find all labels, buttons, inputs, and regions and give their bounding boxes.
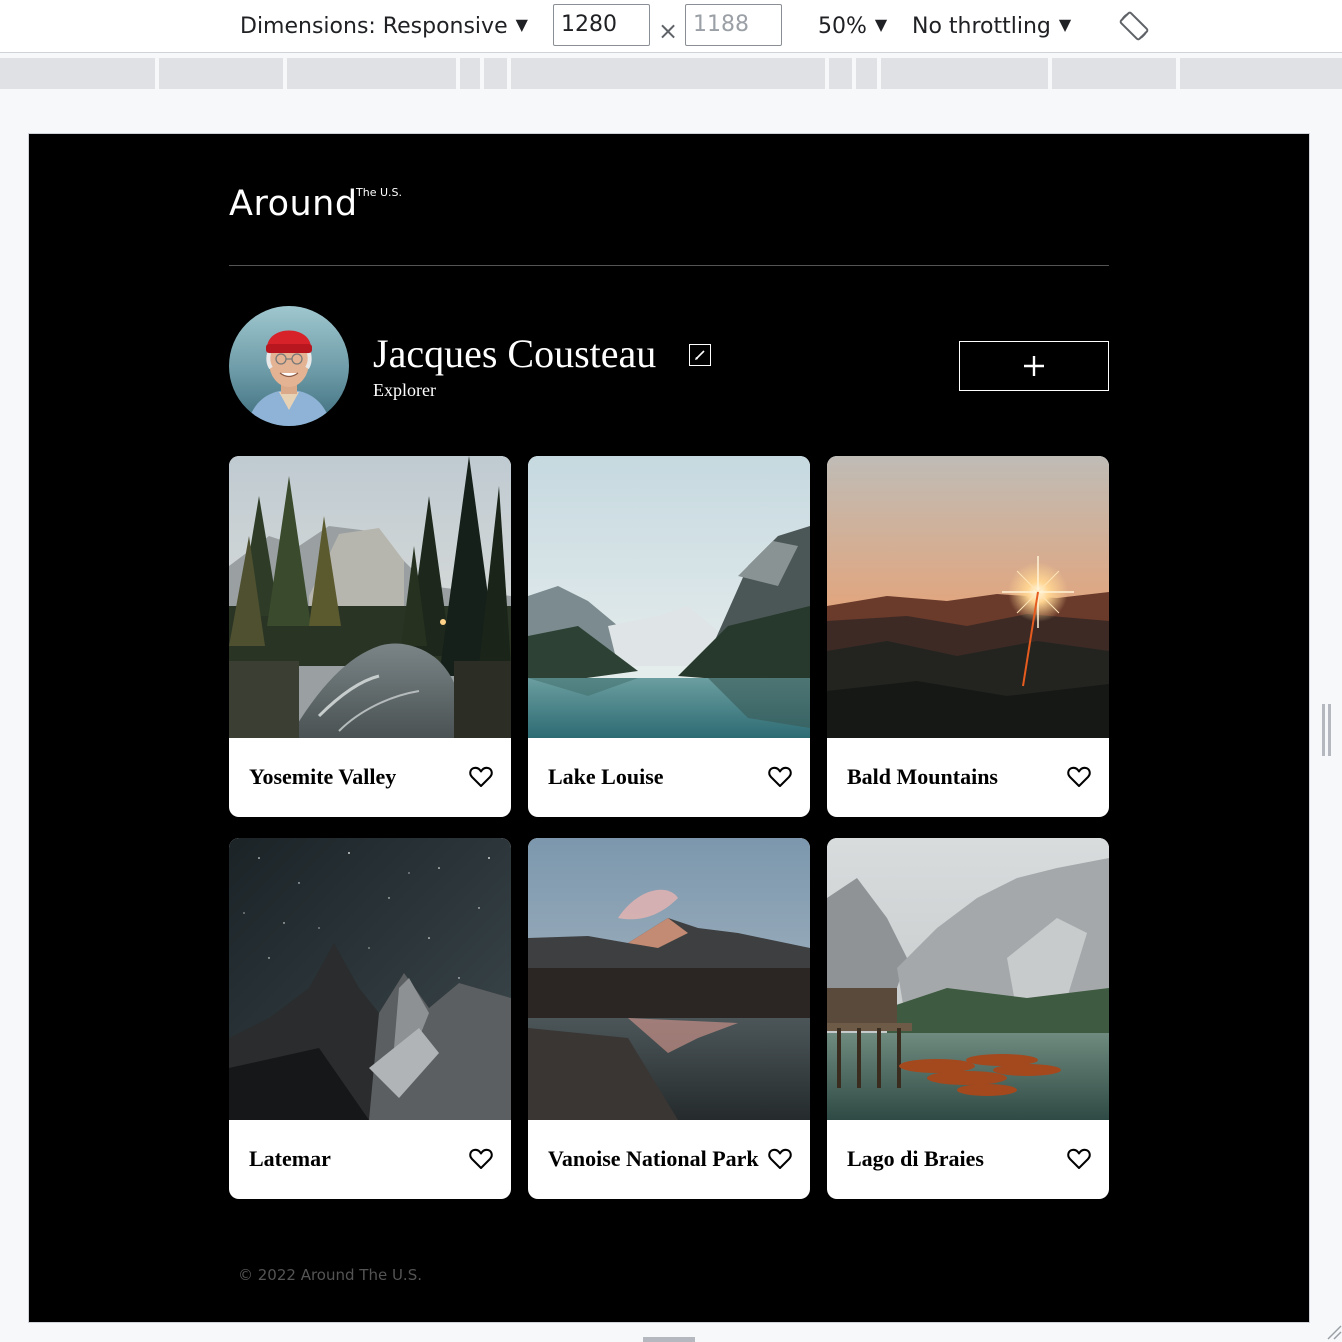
card-image[interactable] bbox=[229, 838, 511, 1120]
place-card: Lake Louise bbox=[528, 456, 810, 817]
card-image[interactable] bbox=[229, 456, 511, 738]
media-query-bar[interactable] bbox=[0, 58, 1342, 89]
dimensions-label: Dimensions: Responsive bbox=[240, 14, 508, 39]
viewport-resize-handle-right[interactable] bbox=[1322, 704, 1331, 756]
heart-outline-icon bbox=[1067, 766, 1091, 787]
like-button[interactable] bbox=[469, 766, 493, 788]
width-input[interactable]: 1280 bbox=[553, 4, 650, 46]
place-card: Bald Mountains bbox=[827, 456, 1109, 817]
plus-icon bbox=[1024, 356, 1044, 376]
heart-outline-icon bbox=[768, 1148, 792, 1169]
place-card: Yosemite Valley bbox=[229, 456, 511, 817]
heart-outline-icon bbox=[469, 766, 493, 787]
place-card: Lago di Braies bbox=[827, 838, 1109, 1199]
card-image[interactable] bbox=[528, 456, 810, 738]
card-title: Lake Louise bbox=[548, 764, 664, 789]
resize-grip-icon[interactable] bbox=[1322, 1320, 1342, 1340]
site-logo: Around The U.S. bbox=[229, 184, 429, 229]
height-input[interactable]: 1188 bbox=[685, 4, 782, 46]
card-image[interactable] bbox=[827, 838, 1109, 1120]
profile-name: Jacques Cousteau bbox=[373, 331, 657, 376]
heart-outline-icon bbox=[768, 766, 792, 787]
header-divider bbox=[229, 265, 1109, 266]
heart-outline-icon bbox=[1067, 1148, 1091, 1169]
card-title: Lago di Braies bbox=[847, 1146, 984, 1171]
zoom-label: 50% bbox=[818, 14, 867, 39]
like-button[interactable] bbox=[768, 1148, 792, 1170]
card-title: Yosemite Valley bbox=[249, 764, 397, 789]
pencil-icon bbox=[695, 350, 705, 360]
chevron-down-icon: ▼ bbox=[1058, 15, 1072, 34]
rotate-device-icon[interactable] bbox=[1118, 10, 1150, 42]
card-title: Bald Mountains bbox=[847, 764, 998, 789]
zoom-dropdown[interactable]: 50% ▼ bbox=[818, 0, 887, 52]
profile-job: Explorer bbox=[373, 380, 436, 400]
card-image[interactable] bbox=[528, 838, 810, 1120]
add-place-button[interactable] bbox=[959, 341, 1109, 391]
chevron-down-icon: ▼ bbox=[515, 15, 528, 34]
like-button[interactable] bbox=[1067, 766, 1091, 788]
like-button[interactable] bbox=[768, 766, 792, 788]
viewport-resize-handle-bottom[interactable] bbox=[643, 1337, 695, 1342]
card-title: Latemar bbox=[249, 1146, 331, 1171]
card-title: Vanoise National Park bbox=[548, 1146, 759, 1171]
avatar bbox=[229, 306, 349, 426]
dimensions-dropdown[interactable]: Dimensions: Responsive ▼ bbox=[240, 0, 528, 52]
place-card: Vanoise National Park bbox=[528, 838, 810, 1199]
footer-copyright: © 2022 Around The U.S. bbox=[238, 1266, 422, 1284]
emulated-viewport: Around The U.S. Jacques Cousteau Explore… bbox=[28, 133, 1310, 1323]
place-card: Latemar bbox=[229, 838, 511, 1199]
heart-outline-icon bbox=[469, 1148, 493, 1169]
times-separator: × bbox=[658, 17, 679, 45]
chevron-down-icon: ▼ bbox=[874, 15, 888, 34]
throttling-dropdown[interactable]: No throttling ▼ bbox=[912, 0, 1071, 52]
devtools-device-toolbar: Dimensions: Responsive ▼ 1280 × 1188 50% ▼… bbox=[0, 0, 1342, 53]
logo-text: Around bbox=[229, 184, 358, 224]
card-image[interactable] bbox=[827, 456, 1109, 738]
logo-superscript: The U.S. bbox=[356, 186, 402, 199]
edit-profile-button[interactable] bbox=[689, 344, 711, 366]
throttling-label: No throttling bbox=[912, 14, 1051, 39]
like-button[interactable] bbox=[1067, 1148, 1091, 1170]
like-button[interactable] bbox=[469, 1148, 493, 1170]
